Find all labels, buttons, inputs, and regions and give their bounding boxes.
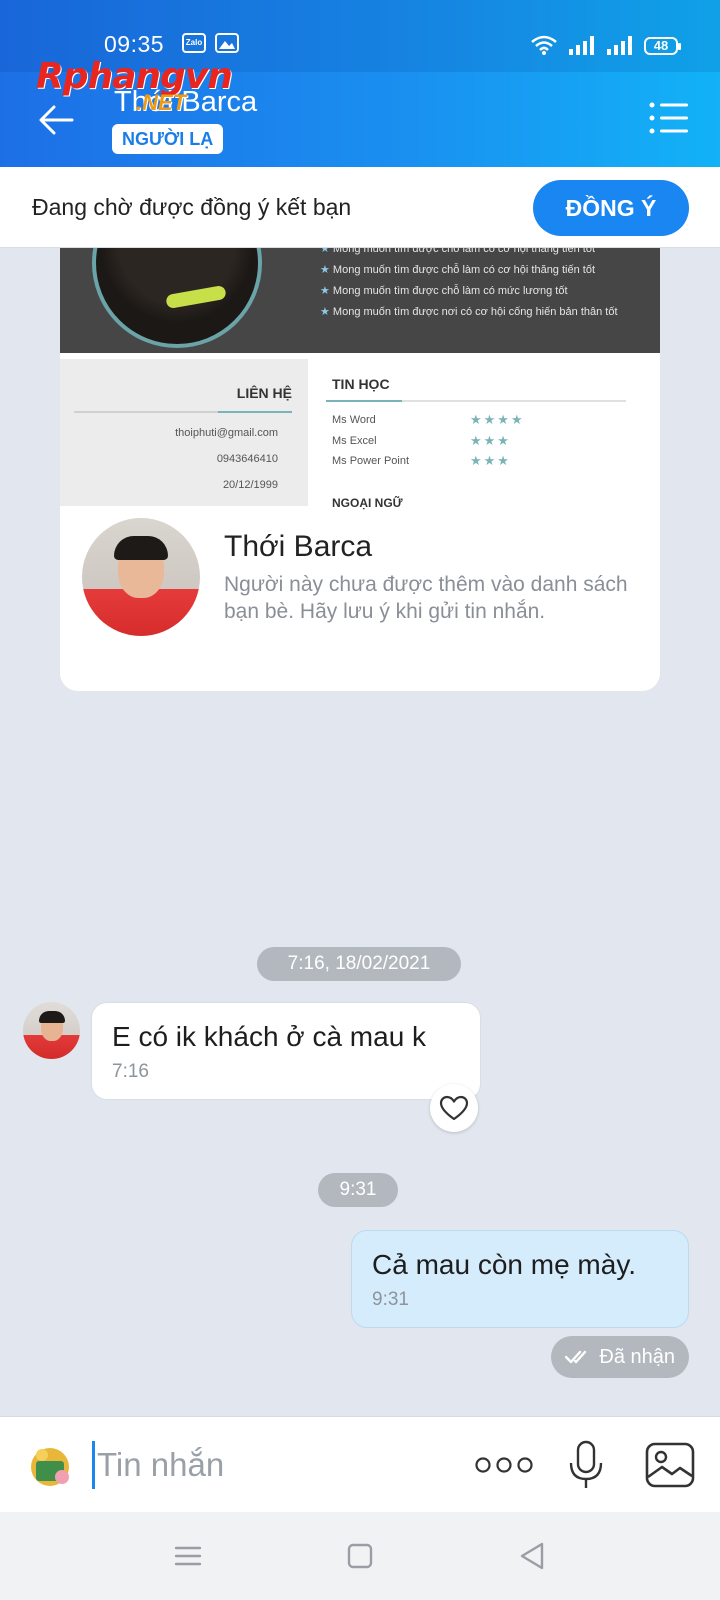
image-notification-icon	[215, 33, 239, 53]
cover-goal: Mong muốn tìm được nơi có cơ hội cống hi…	[320, 302, 618, 323]
delivery-status-badge: Đã nhận	[551, 1336, 689, 1378]
sender-avatar[interactable]	[23, 1002, 80, 1059]
battery-icon: 48	[644, 37, 681, 55]
profile-name: Thới Barca	[224, 530, 373, 563]
delivery-status-text: Đã nhận	[599, 1346, 675, 1368]
accept-button[interactable]: ĐỒNG Ý	[533, 180, 689, 236]
signal-icon	[569, 36, 594, 55]
cover-contact-heading: LIÊN HỆ	[236, 385, 292, 401]
chat-header: 09:35 Zalo 48 Thới Barca NGƯỜI LẠ Rphang…	[0, 0, 720, 167]
signal-icon-2	[607, 36, 632, 55]
cover-goal: Mong muốn tìm được chỗ làm có cơ hội thă…	[320, 260, 618, 281]
incoming-message-bubble[interactable]: E có ik khách ở cà mau k 7:16	[91, 1002, 481, 1100]
recent-apps-icon[interactable]	[168, 1536, 208, 1576]
cover-skill-stars: ★★★	[470, 453, 511, 468]
message-text: E có ik khách ở cà mau k	[112, 1021, 427, 1052]
wifi-icon	[531, 35, 557, 55]
back-triangle-icon[interactable]	[512, 1536, 552, 1576]
message-time: 7:16	[112, 1061, 149, 1082]
cover-divider	[326, 400, 626, 402]
avatar-hair	[39, 1011, 65, 1023]
cover-skill-stars: ★★★★	[470, 412, 525, 427]
zalo-notification-icon: Zalo	[182, 33, 206, 53]
cover-contact-phone: 0943646410	[216, 453, 278, 465]
cover-next-heading: NGOẠI NGỮ	[332, 496, 403, 510]
outgoing-message-bubble[interactable]: Cả mau còn mẹ mày. 9:31	[351, 1230, 689, 1328]
cover-contact-email: thoiphuti@gmail.com	[175, 427, 278, 439]
more-options-icon[interactable]	[474, 1447, 534, 1483]
microphone-icon[interactable]	[566, 1439, 606, 1491]
cover-goal: Mong muốn tìm được chỗ làm có cơ hội thă…	[320, 248, 618, 260]
cover-skill-name: Ms Excel	[332, 435, 377, 447]
message-text: Cả mau còn mẹ mày.	[372, 1249, 637, 1280]
cover-skill-name: Ms Word	[332, 414, 376, 426]
status-indicators: 48	[530, 33, 681, 55]
time-separator: 9:31	[318, 1173, 398, 1207]
avatar-hair	[114, 536, 168, 560]
profile-avatar[interactable]	[82, 518, 200, 636]
cover-skill-stars: ★★★	[470, 433, 511, 448]
profile-stranger-note: Người này chưa được thêm vào danh sách b…	[224, 573, 628, 623]
system-navigation-bar	[0, 1512, 720, 1600]
date-separator: 7:16, 18/02/2021	[257, 947, 461, 981]
cover-contact-birthday: 20/12/1999	[222, 479, 278, 491]
double-check-icon	[565, 1350, 587, 1364]
image-gallery-icon[interactable]	[644, 1441, 696, 1489]
back-arrow-icon[interactable]	[36, 100, 76, 140]
menu-list-icon[interactable]	[648, 100, 690, 136]
cover-goal: Mong muốn tìm được chỗ làm có mức lương …	[320, 281, 618, 302]
cover-skill-name: Ms Power Point	[332, 455, 410, 467]
home-icon[interactable]	[340, 1536, 380, 1576]
message-composer	[0, 1416, 720, 1512]
cover-goals: Mong muốn tìm được chỗ làm có cơ hội thă…	[320, 248, 618, 323]
chat-title[interactable]: Thới Barca	[114, 86, 257, 119]
stranger-badge: NGƯỜI LẠ	[112, 124, 224, 154]
friend-request-bar: Đang chờ được đồng ý kết bạn ĐỒNG Ý	[0, 167, 720, 248]
status-time: 09:35	[104, 31, 165, 57]
sticker-icon[interactable]	[28, 1443, 72, 1487]
cover-contact-column: LIÊN HỆ thoiphuti@gmail.com 0943646410 2…	[60, 359, 308, 506]
profile-card[interactable]: Mong muốn tìm được chỗ làm có cơ hội thă…	[60, 248, 660, 691]
react-heart-button[interactable]	[430, 1084, 478, 1132]
cover-divider	[74, 411, 292, 413]
message-time: 9:31	[372, 1289, 409, 1310]
heart-icon	[439, 1095, 469, 1121]
friend-request-text: Đang chờ được đồng ý kết bạn	[32, 194, 352, 220]
profile-cover-image: Mong muốn tìm được chỗ làm có cơ hội thă…	[60, 248, 660, 510]
status-bar: 09:35 Zalo 48	[0, 0, 720, 72]
message-input[interactable]	[97, 1439, 437, 1491]
text-cursor	[92, 1441, 95, 1489]
cover-skills-heading: TIN HỌC	[332, 376, 390, 392]
